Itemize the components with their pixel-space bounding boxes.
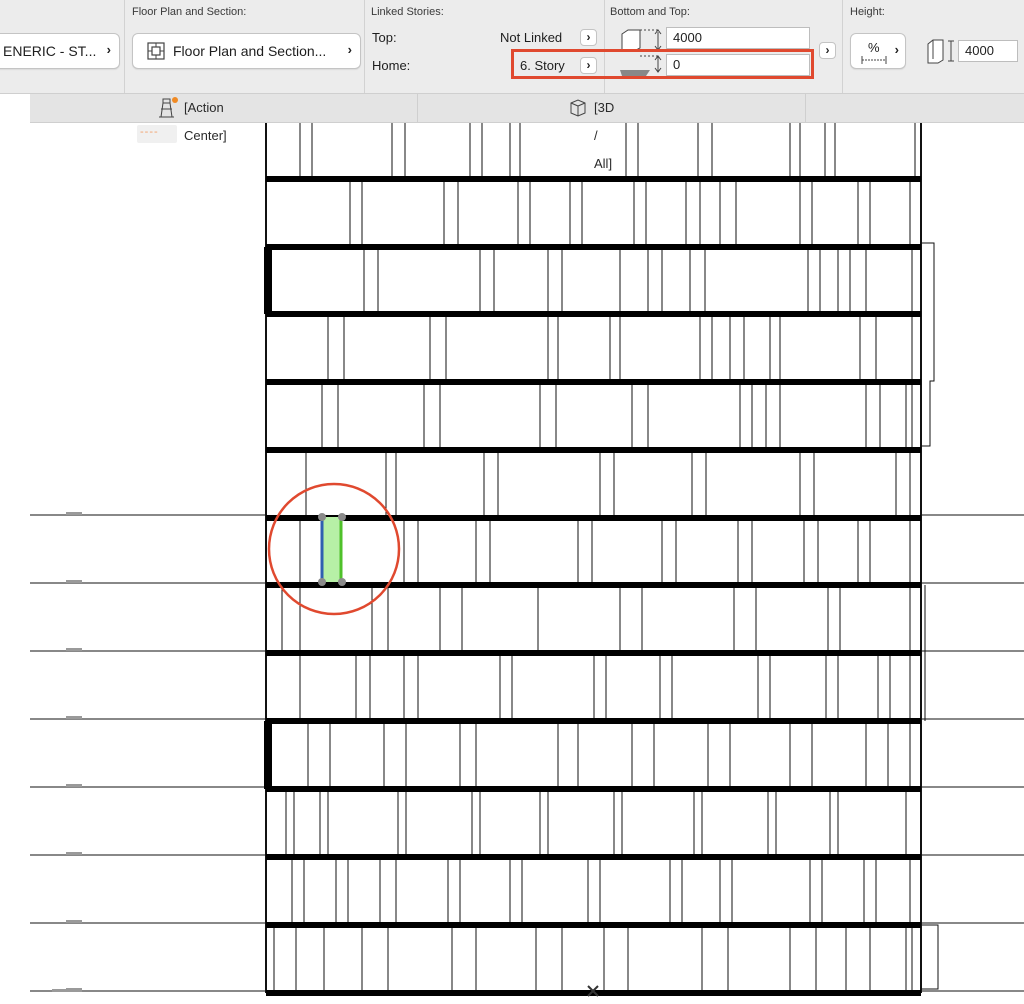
selected-element xyxy=(322,517,341,582)
facade-protrusion xyxy=(921,242,935,447)
selection-node-icon xyxy=(338,513,346,521)
height-percent-button[interactable]: % › xyxy=(850,33,906,69)
floor-plan-icon xyxy=(147,42,165,60)
dimension-arrow-icon xyxy=(861,56,887,64)
selection-node-icon xyxy=(338,578,346,586)
thick-wall-accent xyxy=(264,721,272,789)
floor-slab xyxy=(266,718,921,724)
floor-slab xyxy=(266,311,921,317)
facade-elevation xyxy=(30,123,1024,997)
chevron-right-icon: › xyxy=(347,42,352,57)
tab-divider xyxy=(417,94,418,122)
level-marker-icon xyxy=(66,580,82,583)
level-marker-icon xyxy=(52,989,82,992)
floor-slab xyxy=(266,244,921,250)
floor-slab xyxy=(266,515,921,521)
thick-wall-accent xyxy=(264,247,272,314)
chevron-right-icon: › xyxy=(894,42,899,57)
floor-plan-section-title: Floor Plan and Section: xyxy=(132,6,247,18)
floor-slab xyxy=(266,447,921,453)
floor-slab xyxy=(266,650,921,656)
structure-dropdown[interactable]: ENERIC - ST... › xyxy=(0,33,120,69)
level-marker-icon xyxy=(66,512,82,515)
floor-slab xyxy=(266,176,921,182)
tab-divider xyxy=(805,94,806,122)
floor-slab xyxy=(266,786,921,792)
3d-box-icon xyxy=(570,99,586,117)
structure-dropdown-label: ENERIC - ST... xyxy=(3,43,97,59)
top-story-value[interactable]: Not Linked xyxy=(500,30,562,45)
bottom-top-chevron-icon[interactable]: › xyxy=(819,42,836,59)
selection-node-icon xyxy=(318,578,326,586)
drawing-canvas[interactable]: ---- xyxy=(0,123,1024,1004)
floor-plan-section-button[interactable]: Floor Plan and Section... › xyxy=(132,33,361,69)
level-marker-icon xyxy=(66,716,82,719)
floor-plan-section-panel: Floor Plan and Section: Floor Plan and S… xyxy=(124,0,364,93)
bottom-top-panel: Bottom and Top: 4000 0 › xyxy=(604,0,844,93)
floor-slab xyxy=(266,922,921,928)
lighthouse-icon xyxy=(159,97,178,118)
top-offset-field[interactable]: 4000 xyxy=(666,27,810,49)
linked-stories-title: Linked Stories: xyxy=(371,6,444,18)
height-icon xyxy=(927,39,954,64)
percent-icon: % xyxy=(868,40,880,55)
selection-node-icon xyxy=(318,513,326,521)
info-box: ENERIC - ST... › Floor Plan and Section:… xyxy=(0,0,1024,94)
top-label: Top: xyxy=(372,30,397,45)
chevron-right-icon: › xyxy=(106,42,111,57)
top-story-chevron-icon[interactable]: › xyxy=(580,29,597,46)
top-offset-icon xyxy=(621,29,662,52)
bottom-top-title: Bottom and Top: xyxy=(610,6,690,18)
facade-protrusion xyxy=(921,924,939,990)
floor-slab xyxy=(266,854,921,860)
bottom-offset-field[interactable]: 0 xyxy=(666,54,810,76)
view-tab-bar: [Action Center] [3D / All] xyxy=(30,94,1024,171)
floor-slab xyxy=(266,582,921,588)
linked-stories-panel: Linked Stories: Top: Not Linked › Home: … xyxy=(364,0,604,93)
height-panel: Height: % › 4000 xyxy=(842,0,1024,93)
height-field[interactable]: 4000 xyxy=(958,40,1018,62)
floor-plan-section-label: Floor Plan and Section... xyxy=(173,43,327,59)
level-marker-icon xyxy=(66,648,82,651)
home-story-chevron-icon[interactable]: › xyxy=(580,57,597,74)
home-story-value[interactable]: 6. Story xyxy=(520,58,565,73)
home-label: Home: xyxy=(372,58,411,73)
level-marker-icon xyxy=(66,852,82,855)
height-title: Height: xyxy=(850,6,885,18)
bottom-offset-icon xyxy=(620,55,662,76)
floor-slab xyxy=(266,379,921,385)
level-marker-icon xyxy=(66,920,82,923)
level-marker-icon xyxy=(66,784,82,787)
